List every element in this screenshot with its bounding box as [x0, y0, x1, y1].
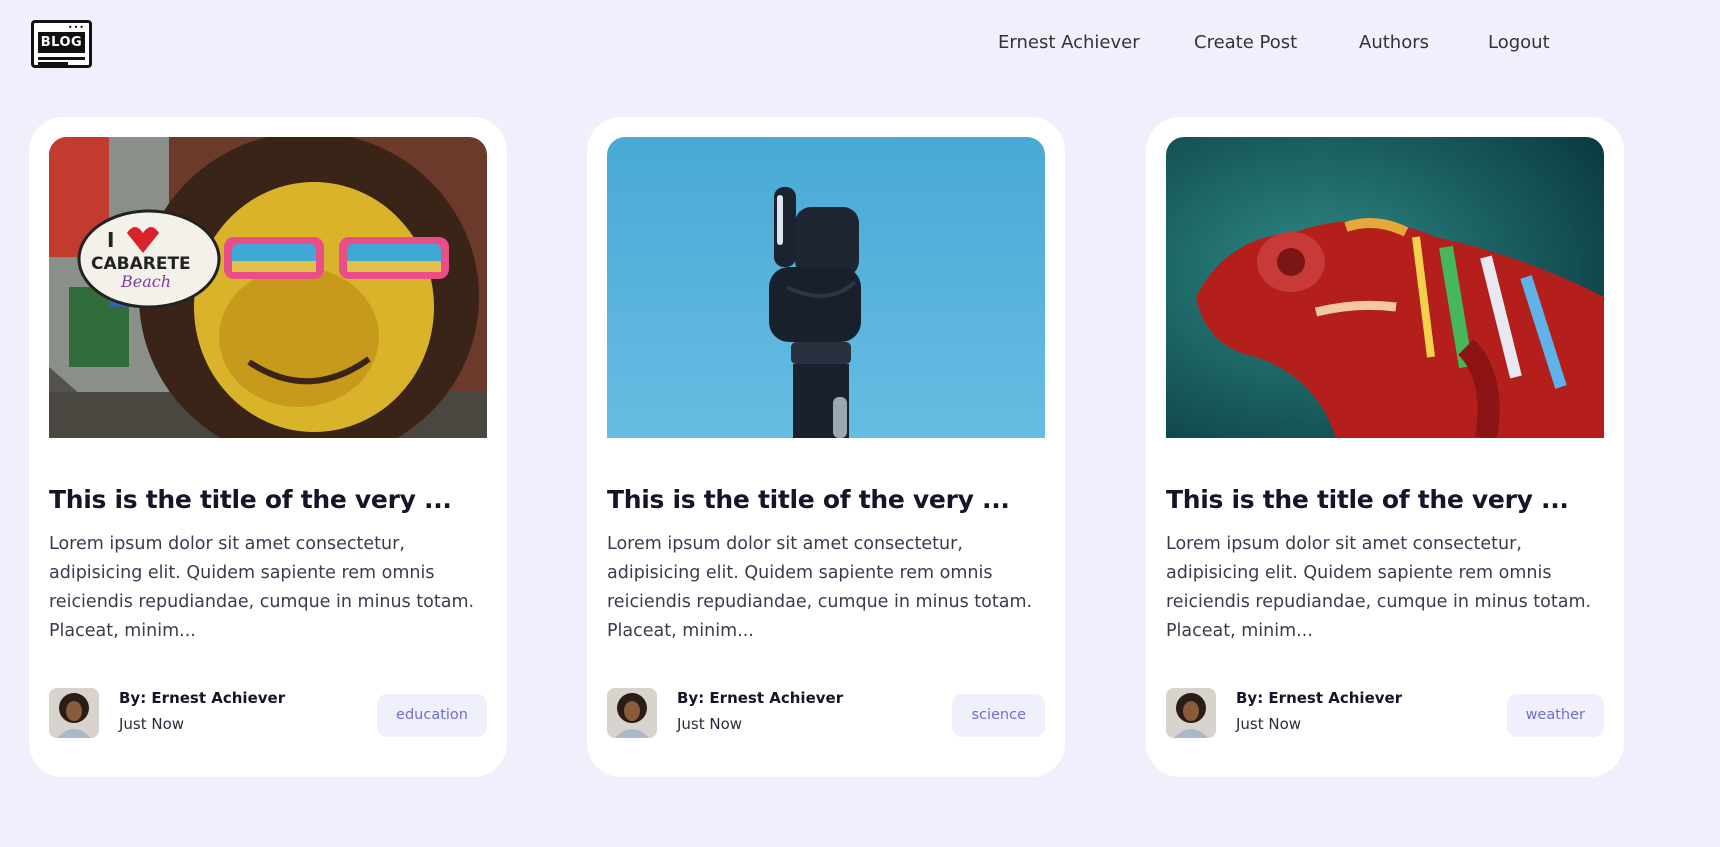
avatar-image	[607, 688, 657, 738]
top-navbar: ••• BLOG Ernest Achiever Create Post Aut…	[0, 0, 1720, 90]
author-avatar[interactable]	[49, 688, 99, 738]
post-card[interactable]: This is the title of the very ... Lorem …	[1146, 117, 1624, 777]
blog-logo[interactable]: ••• BLOG	[31, 20, 92, 68]
post-card[interactable]: This is the title of the very ... Lorem …	[587, 117, 1065, 777]
category-tag[interactable]: education	[377, 694, 487, 737]
logo-line	[38, 57, 85, 60]
logo-window-dots: •••	[67, 23, 85, 32]
author-name[interactable]: By: Ernest Achiever	[119, 689, 285, 707]
robotic-hand-image	[607, 137, 1045, 438]
post-excerpt: Lorem ipsum dolor sit amet consectetur, …	[607, 534, 1033, 641]
post-thumbnail-robot-hand[interactable]	[607, 137, 1045, 438]
chameleon-image	[1166, 137, 1604, 438]
svg-text:CABARETE: CABARETE	[91, 254, 191, 274]
post-time: Just Now	[1236, 715, 1302, 733]
post-card[interactable]: I CABARETE Beach This is the title of th…	[29, 117, 507, 777]
avatar-image	[49, 688, 99, 738]
author-avatar[interactable]	[1166, 688, 1216, 738]
post-title[interactable]: This is the title of the very ...	[607, 485, 1047, 514]
category-tag[interactable]: science	[952, 694, 1045, 737]
post-time: Just Now	[677, 715, 743, 733]
nav-link-logout[interactable]: Logout	[1488, 32, 1550, 53]
svg-text:Beach: Beach	[120, 272, 171, 291]
avatar-image	[1166, 688, 1216, 738]
post-title[interactable]: This is the title of the very ...	[1166, 485, 1606, 514]
graffiti-mural-image: I CABARETE Beach	[49, 137, 487, 438]
logo-text: BLOG	[38, 32, 85, 53]
author-name[interactable]: By: Ernest Achiever	[677, 689, 843, 707]
author-avatar[interactable]	[607, 688, 657, 738]
nav-link-profile[interactable]: Ernest Achiever	[998, 32, 1140, 53]
author-name[interactable]: By: Ernest Achiever	[1236, 689, 1402, 707]
logo-line	[38, 62, 68, 65]
svg-text:I: I	[107, 228, 114, 252]
post-time: Just Now	[119, 715, 185, 733]
post-excerpt: Lorem ipsum dolor sit amet consectetur, …	[49, 534, 475, 641]
nav-link-create-post[interactable]: Create Post	[1194, 32, 1297, 53]
post-thumbnail-chameleon[interactable]	[1166, 137, 1604, 438]
nav-link-authors[interactable]: Authors	[1359, 32, 1429, 53]
category-tag[interactable]: weather	[1506, 694, 1604, 737]
post-thumbnail-graffiti[interactable]: I CABARETE Beach	[49, 137, 487, 438]
post-title[interactable]: This is the title of the very ...	[49, 485, 489, 514]
post-excerpt: Lorem ipsum dolor sit amet consectetur, …	[1166, 534, 1592, 641]
